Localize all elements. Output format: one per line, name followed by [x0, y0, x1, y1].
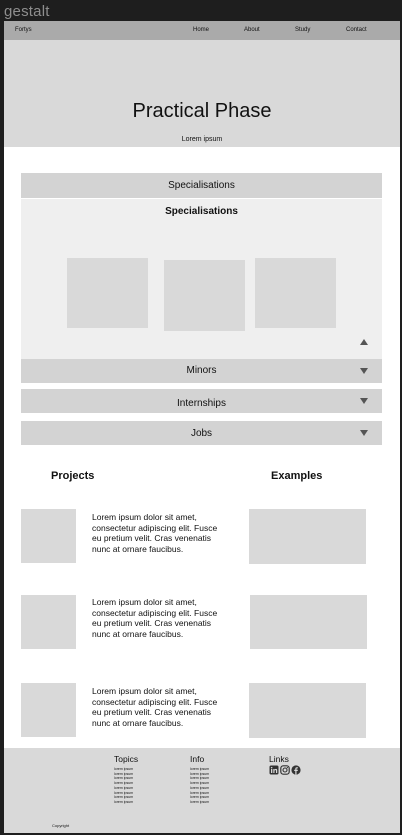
- top-nav: Fortys Home About Study Contact: [4, 21, 400, 40]
- app-title: gestalt: [4, 3, 50, 20]
- projects-title: Projects: [51, 470, 95, 482]
- nav-link-study[interactable]: Study: [295, 27, 310, 33]
- linkedin-icon[interactable]: [269, 765, 279, 775]
- footer-column-title: Info: [190, 754, 205, 764]
- hero-section: Practical Phase Lorem ipsum: [4, 40, 400, 147]
- footer-link[interactable]: lorem ipsum: [190, 767, 209, 772]
- image-placeholder: [67, 258, 148, 328]
- example-image: [249, 509, 366, 564]
- accordion-label: Minors: [186, 365, 217, 376]
- footer-column-title: Links: [269, 754, 289, 764]
- facebook-icon[interactable]: [291, 765, 301, 775]
- hero-subtitle: Lorem ipsum: [181, 136, 223, 143]
- nav-brand[interactable]: Fortys: [15, 27, 32, 33]
- project-thumbnail: [21, 683, 76, 737]
- copyright-text: Copyright: [52, 823, 70, 828]
- accordion-label: Internships: [177, 398, 226, 409]
- accordion-label: Jobs: [190, 428, 213, 439]
- accordion-body-specialisations: Specialisations: [21, 199, 382, 359]
- footer-link[interactable]: lorem ipsum: [190, 800, 209, 805]
- accordion-header-minors[interactable]: Minors: [21, 359, 382, 383]
- project-description: Lorem ipsum dolor sit amet, consectetur …: [92, 512, 218, 554]
- footer-column-topics: Topics lorem ipsum lorem ipsum lorem ips…: [114, 754, 138, 805]
- accordion-body-title: Specialisations: [165, 206, 238, 217]
- accordion-label: Specialisations: [168, 180, 235, 191]
- hero-title: Practical Phase: [132, 100, 272, 122]
- footer-column-info: Info lorem ipsum lorem ipsum lorem ipsum…: [190, 754, 209, 805]
- project-description: Lorem ipsum dolor sit amet, consectetur …: [92, 597, 218, 639]
- project-thumbnail: [21, 595, 76, 649]
- accordion-header-specialisations[interactable]: Specialisations: [21, 173, 382, 198]
- examples-title: Examples: [271, 470, 323, 482]
- footer-link[interactable]: lorem ipsum: [190, 786, 209, 791]
- footer-column-links: Links: [269, 754, 289, 764]
- project-description: Lorem ipsum dolor sit amet, consectetur …: [92, 686, 218, 728]
- expand-arrow-icon[interactable]: [360, 430, 368, 436]
- collapse-arrow-icon[interactable]: [360, 339, 368, 345]
- page-frame: Fortys Home About Study Contact Practica…: [4, 21, 400, 833]
- example-image: [249, 683, 366, 738]
- image-placeholder: [164, 260, 245, 331]
- instagram-icon[interactable]: [280, 765, 290, 775]
- project-thumbnail: [21, 509, 76, 563]
- footer-link[interactable]: lorem ipsum: [114, 800, 138, 805]
- expand-arrow-icon[interactable]: [360, 368, 368, 374]
- expand-arrow-icon[interactable]: [360, 398, 368, 404]
- example-image: [250, 595, 367, 649]
- nav-link-about[interactable]: About: [244, 27, 260, 33]
- nav-link-contact[interactable]: Contact: [346, 27, 367, 33]
- image-placeholder: [255, 258, 336, 328]
- footer-column-title: Topics: [114, 754, 139, 764]
- nav-link-home[interactable]: Home: [193, 27, 209, 33]
- accordion-header-jobs[interactable]: Jobs: [21, 421, 382, 445]
- social-icons: [269, 765, 301, 775]
- accordion-header-internships[interactable]: Internships: [21, 389, 382, 413]
- footer: Topics lorem ipsum lorem ipsum lorem ips…: [4, 748, 400, 833]
